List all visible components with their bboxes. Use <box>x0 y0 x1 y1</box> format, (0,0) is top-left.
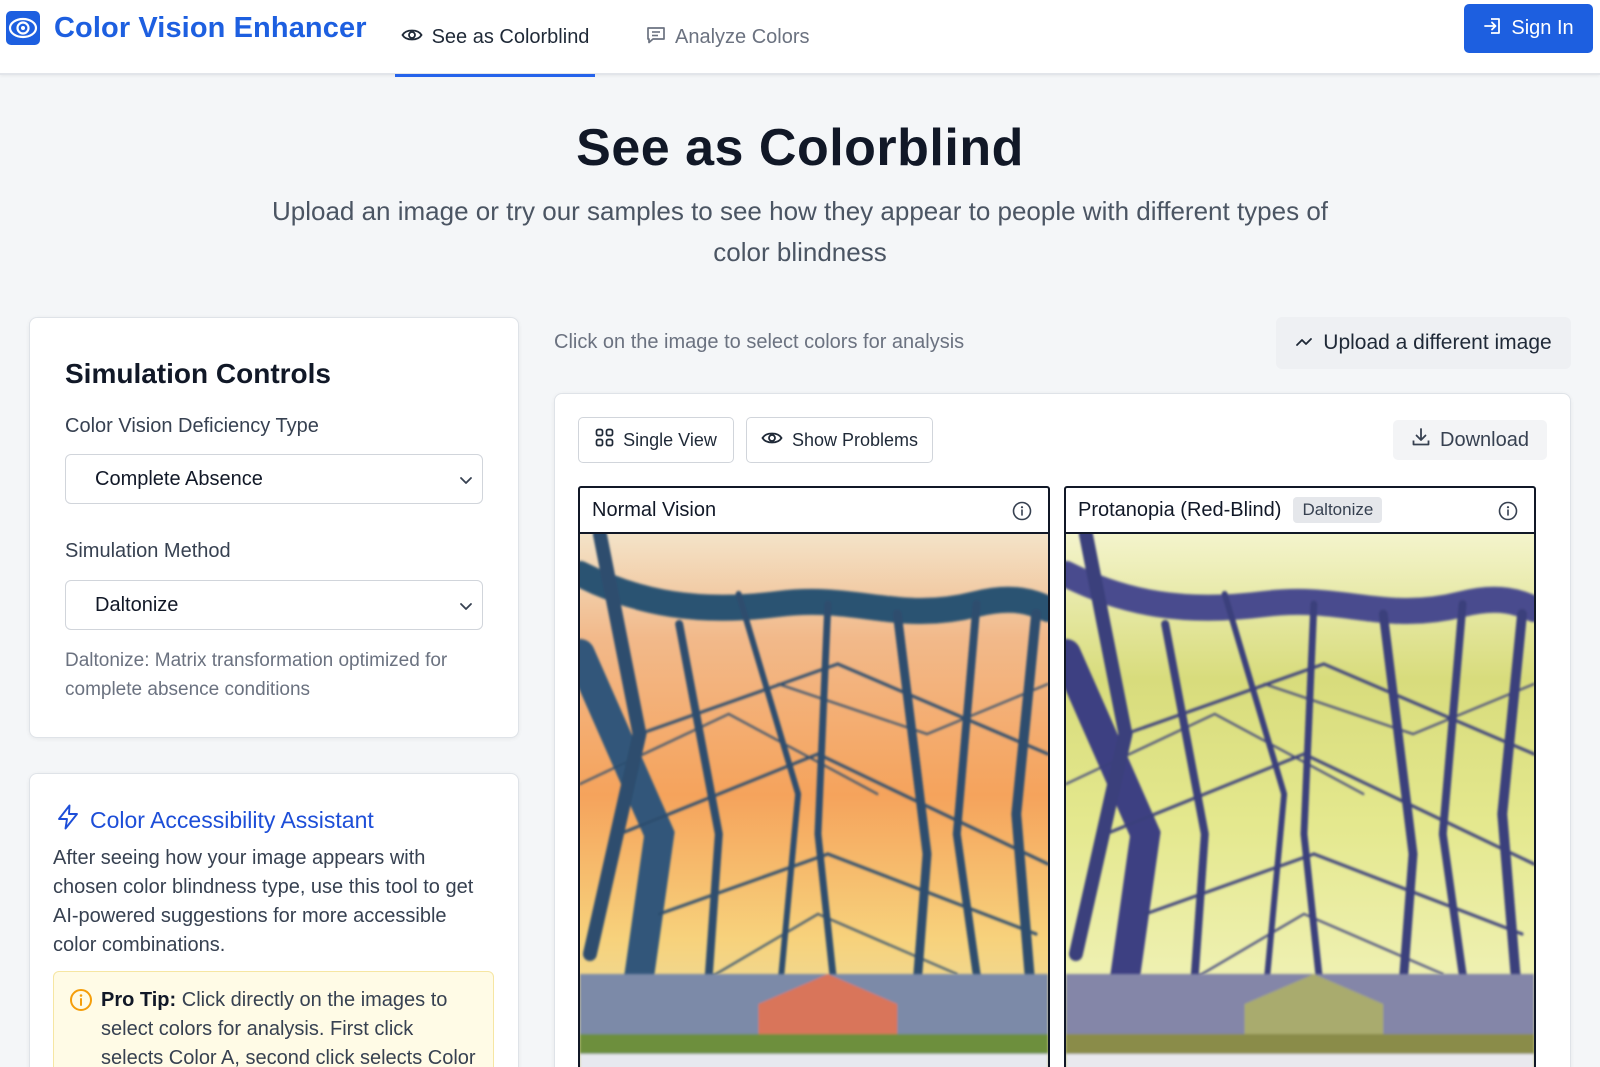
info-icon[interactable] <box>1498 501 1518 527</box>
info-icon[interactable] <box>1012 501 1032 527</box>
sign-in-button[interactable]: Sign In <box>1464 4 1593 53</box>
chevron-down-icon <box>458 471 474 494</box>
panel-title: Protanopia (Red-Blind) <box>1078 498 1282 521</box>
simulation-controls-card: Simulation Controls Color Vision Deficie… <box>29 317 519 738</box>
tab-label: Analyze Colors <box>675 26 810 48</box>
simulation-method-value: Daltonize <box>95 593 179 616</box>
sign-in-label: Sign In <box>1511 17 1574 39</box>
eye-logo-icon <box>6 11 40 45</box>
download-icon <box>1411 427 1431 453</box>
simulation-method-select[interactable]: Daltonize <box>65 580 483 630</box>
pro-tip-text: Pro Tip: Click directly on the images to… <box>101 986 481 1067</box>
pro-tip-box: Pro Tip: Click directly on the images to… <box>53 971 494 1067</box>
protanopia-panel: Protanopia (Red-Blind) Daltonize <box>1064 486 1536 1067</box>
eye-icon <box>401 26 423 49</box>
deficiency-type-label: Color Vision Deficiency Type <box>65 415 319 437</box>
deficiency-type-select[interactable]: Complete Absence <box>65 454 483 504</box>
chevron-down-icon <box>458 597 474 620</box>
normal-vision-image[interactable] <box>580 534 1048 1067</box>
grid-icon <box>595 428 614 452</box>
deficiency-type-value: Complete Absence <box>95 467 263 490</box>
upload-label: Upload a different image <box>1323 331 1552 354</box>
assistant-title: Color Accessibility Assistant <box>90 806 374 833</box>
page-title: See as Colorblind <box>576 119 1024 177</box>
normal-vision-panel: Normal Vision <box>578 486 1050 1067</box>
chevron-up-icon <box>1295 331 1313 355</box>
tab-see-as-colorblind[interactable]: See as Colorblind <box>395 0 595 77</box>
simulation-method-description: Daltonize: Matrix transformation optimiz… <box>65 650 448 700</box>
assistant-header: Color Accessibility Assistant <box>56 804 374 836</box>
message-square-icon <box>646 25 666 51</box>
upload-different-image-button[interactable]: Upload a different image <box>1276 317 1571 369</box>
image-comparison-card: Single View Show Problems Download Norma… <box>554 393 1571 1067</box>
pro-tip-label: Pro Tip: <box>101 989 177 1011</box>
single-view-button[interactable]: Single View <box>578 417 734 463</box>
panel-title: Normal Vision <box>592 498 717 521</box>
show-problems-button[interactable]: Show Problems <box>746 417 933 463</box>
single-view-label: Single View <box>623 429 717 450</box>
brand[interactable]: Color Vision Enhancer <box>6 11 367 45</box>
tab-label: See as Colorblind <box>431 26 590 48</box>
download-label: Download <box>1440 428 1529 451</box>
eye-icon <box>761 430 783 451</box>
page-subtitle: Upload an image or try our samples to se… <box>271 196 1329 267</box>
log-in-icon <box>1483 16 1503 42</box>
lightning-icon <box>56 804 80 836</box>
assistant-description: After seeing how your image appears with… <box>53 847 474 956</box>
download-button[interactable]: Download <box>1393 420 1547 460</box>
method-badge: Daltonize <box>1293 497 1383 523</box>
color-accessibility-assistant-card: Color Accessibility Assistant After seei… <box>29 773 519 1067</box>
simulation-method-label: Simulation Method <box>65 540 231 562</box>
simulation-controls-title: Simulation Controls <box>65 358 331 389</box>
image-click-hint: Click on the image to select colors for … <box>554 331 965 353</box>
show-problems-label: Show Problems <box>791 429 919 450</box>
info-circle-icon <box>69 988 93 1017</box>
protanopia-simulated-image[interactable] <box>1066 534 1534 1067</box>
panel-header: Protanopia (Red-Blind) Daltonize <box>1066 488 1534 534</box>
panel-header: Normal Vision <box>580 488 1048 534</box>
tab-analyze-colors[interactable]: Analyze Colors <box>646 0 810 75</box>
top-navigation-bar: Color Vision Enhancer See as Colorblind … <box>0 0 1600 77</box>
app-name: Color Vision Enhancer <box>54 11 367 44</box>
